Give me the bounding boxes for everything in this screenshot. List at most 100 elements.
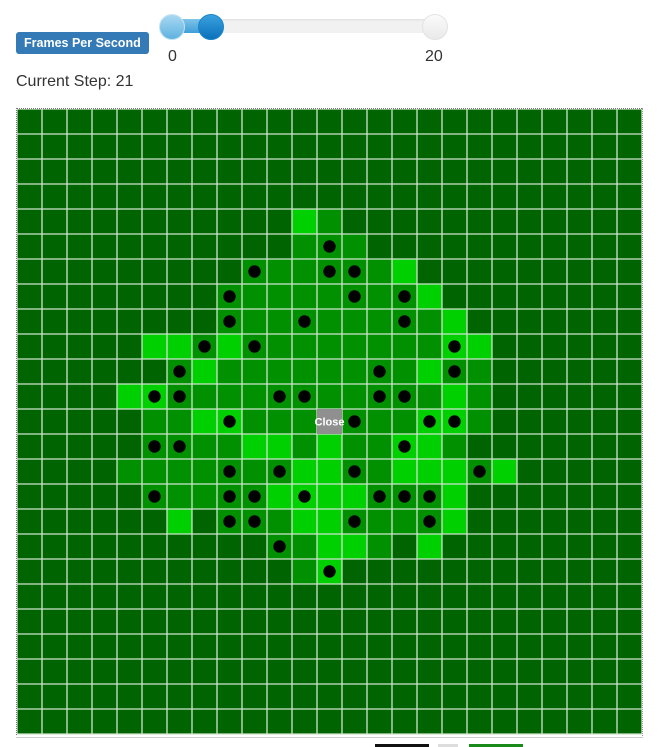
grid-cell[interactable] <box>517 409 542 434</box>
grid-cell[interactable] <box>517 684 542 709</box>
grid-cell[interactable] <box>67 584 92 609</box>
grid-cell[interactable] <box>192 409 217 434</box>
grid-cell[interactable] <box>67 484 92 509</box>
grid-cell[interactable] <box>517 334 542 359</box>
grid-cell[interactable] <box>542 359 567 384</box>
grid-cell[interactable] <box>567 634 592 659</box>
grid-cell[interactable] <box>67 284 92 309</box>
grid-cell[interactable] <box>367 634 392 659</box>
grid-cell[interactable] <box>217 159 242 184</box>
grid-cell[interactable] <box>342 359 367 384</box>
grid-cell[interactable] <box>242 559 267 584</box>
grid-cell[interactable] <box>92 584 117 609</box>
grid-cell[interactable] <box>42 109 67 134</box>
grid-cell[interactable] <box>592 309 617 334</box>
grid-cell[interactable] <box>117 484 142 509</box>
grid-cell[interactable] <box>367 134 392 159</box>
grid-cell[interactable] <box>617 109 642 134</box>
grid-cell[interactable] <box>342 434 367 459</box>
grid-cell[interactable] <box>517 434 542 459</box>
grid-cell[interactable] <box>117 459 142 484</box>
grid-cell[interactable] <box>517 259 542 284</box>
grid-cell[interactable] <box>442 559 467 584</box>
grid-cell[interactable] <box>542 284 567 309</box>
grid-cell[interactable] <box>192 534 217 559</box>
grid-cell[interactable] <box>592 509 617 534</box>
grid-cell[interactable] <box>417 309 442 334</box>
grid-cell[interactable] <box>67 309 92 334</box>
grid-cell[interactable] <box>42 709 67 734</box>
grid-cell[interactable] <box>467 684 492 709</box>
grid-cell[interactable] <box>467 159 492 184</box>
grid-cell[interactable] <box>142 184 167 209</box>
grid-cell[interactable] <box>592 259 617 284</box>
grid-cell[interactable] <box>142 684 167 709</box>
grid-cell[interactable] <box>17 409 42 434</box>
grid-cell[interactable] <box>542 184 567 209</box>
grid-cell[interactable] <box>542 634 567 659</box>
grid-cell[interactable] <box>567 534 592 559</box>
grid-cell[interactable] <box>17 284 42 309</box>
grid-cell[interactable] <box>292 284 317 309</box>
grid-cell[interactable] <box>267 209 292 234</box>
grid-cell[interactable] <box>42 584 67 609</box>
grid-cell[interactable] <box>517 709 542 734</box>
grid-cell[interactable] <box>17 509 42 534</box>
grid-cell[interactable] <box>42 134 67 159</box>
grid-cell[interactable] <box>417 359 442 384</box>
grid-cell[interactable] <box>117 584 142 609</box>
grid-cell[interactable] <box>592 109 617 134</box>
grid-cell[interactable] <box>292 684 317 709</box>
grid-cell[interactable] <box>92 434 117 459</box>
grid-cell[interactable] <box>117 259 142 284</box>
grid-cell[interactable] <box>517 634 542 659</box>
grid-cell[interactable] <box>192 259 217 284</box>
grid-cell[interactable] <box>317 209 342 234</box>
grid-cell[interactable] <box>67 634 92 659</box>
grid-cell[interactable] <box>367 559 392 584</box>
grid-cell[interactable] <box>417 684 442 709</box>
grid-cell[interactable] <box>617 184 642 209</box>
grid-cell[interactable] <box>442 609 467 634</box>
grid-cell[interactable] <box>292 209 317 234</box>
grid-cell[interactable] <box>142 559 167 584</box>
grid-cell[interactable] <box>417 234 442 259</box>
grid-cell[interactable] <box>617 609 642 634</box>
grid-cell[interactable] <box>467 484 492 509</box>
grid-cell[interactable] <box>417 659 442 684</box>
grid-cell[interactable] <box>517 284 542 309</box>
grid-cell[interactable] <box>242 209 267 234</box>
grid-cell[interactable] <box>342 659 367 684</box>
grid-cell[interactable] <box>367 409 392 434</box>
grid-cell[interactable] <box>292 134 317 159</box>
grid-cell[interactable] <box>317 184 342 209</box>
grid-cell[interactable] <box>492 109 517 134</box>
grid-cell[interactable] <box>417 609 442 634</box>
grid-cell[interactable] <box>242 234 267 259</box>
grid-cell[interactable] <box>342 159 367 184</box>
grid-cell[interactable] <box>217 609 242 634</box>
grid-cell[interactable] <box>392 184 417 209</box>
grid-cell[interactable] <box>492 484 517 509</box>
grid-cell[interactable] <box>167 259 192 284</box>
grid-cell[interactable] <box>92 159 117 184</box>
grid-cell[interactable] <box>417 109 442 134</box>
grid-cell[interactable] <box>392 559 417 584</box>
grid-cell[interactable] <box>142 709 167 734</box>
grid-cell[interactable] <box>342 234 367 259</box>
grid-cell[interactable] <box>17 709 42 734</box>
grid-cell[interactable] <box>592 284 617 309</box>
grid-cell[interactable] <box>167 234 192 259</box>
grid-cell[interactable] <box>267 709 292 734</box>
grid-cell[interactable] <box>167 584 192 609</box>
grid-cell[interactable] <box>367 509 392 534</box>
grid-cell[interactable] <box>542 234 567 259</box>
grid-cell[interactable] <box>92 459 117 484</box>
grid-cell[interactable] <box>242 109 267 134</box>
grid-cell[interactable] <box>517 209 542 234</box>
grid-cell[interactable] <box>42 659 67 684</box>
grid-cell[interactable] <box>492 384 517 409</box>
grid-cell[interactable] <box>367 659 392 684</box>
grid-cell[interactable] <box>92 209 117 234</box>
grid-cell[interactable] <box>592 209 617 234</box>
